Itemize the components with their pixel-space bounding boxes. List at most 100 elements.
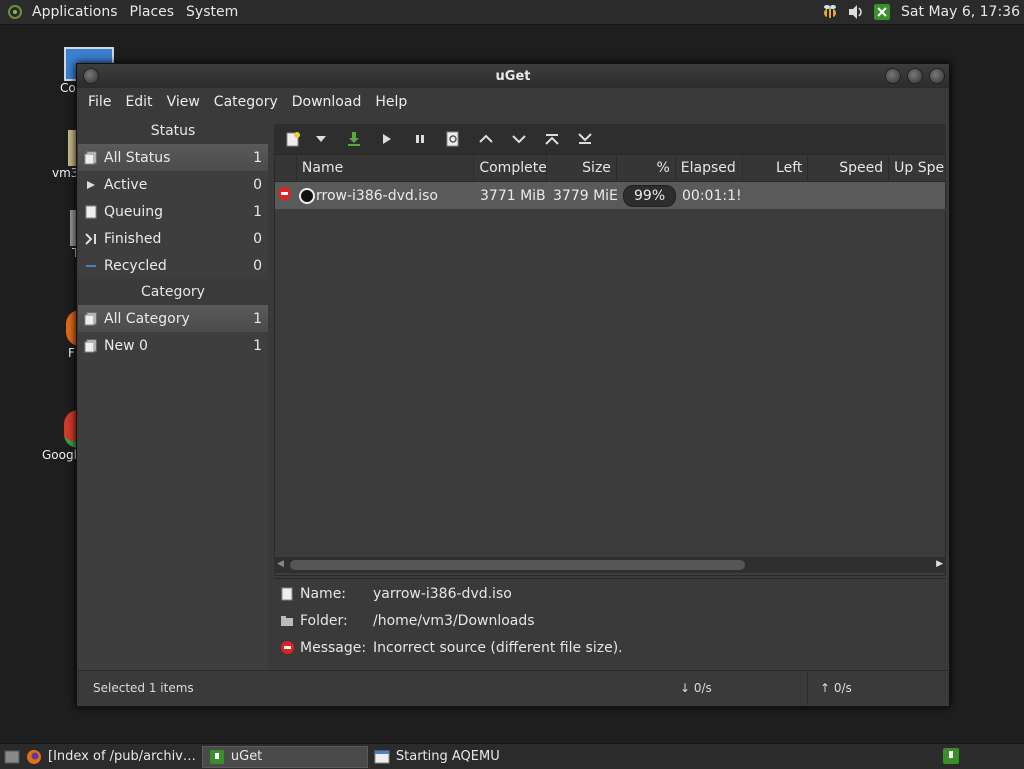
sidebar-item-count: 1 — [253, 337, 262, 354]
move-up-icon[interactable] — [473, 127, 499, 151]
detail-message-value: Incorrect source (different file size). — [373, 639, 623, 656]
sidebar-item-queuing[interactable]: Queuing 1 — [78, 198, 268, 225]
pause-icon[interactable] — [407, 127, 433, 151]
new-download-icon[interactable] — [280, 127, 306, 151]
category-header[interactable]: Category — [78, 279, 268, 305]
show-desktop-icon[interactable] — [0, 746, 24, 768]
menu-help[interactable]: Help — [368, 94, 414, 110]
detail-folder-value: /home/vm3/Downloads — [373, 612, 535, 629]
sidebar-item-active[interactable]: Active 0 — [78, 171, 268, 198]
column-header: Name Complete Size % Elapsed Left Speed … — [275, 155, 945, 182]
detail-name-value: yarrow-i386-dvd.iso — [373, 585, 512, 602]
detail-message-label: Message: — [300, 639, 367, 656]
detail-folder-label: Folder: — [300, 612, 348, 629]
menu-category[interactable]: Category — [207, 94, 285, 110]
document-icon — [84, 205, 98, 219]
error-status-icon — [275, 187, 297, 204]
folder-icon — [280, 614, 294, 628]
system-tray: Sat May 6, 17:36 — [817, 0, 1024, 24]
error-icon — [280, 641, 294, 655]
sidebar-item-label: Finished — [104, 230, 162, 247]
taskbar-item-browser[interactable]: [Index of /pub/archiv… — [24, 746, 202, 768]
detail-message-row: Message: Incorrect source (different fil… — [274, 634, 623, 661]
column-size[interactable]: Size — [547, 155, 617, 181]
close-button[interactable] — [929, 68, 945, 84]
column-up-speed[interactable]: Up Spe — [889, 155, 945, 181]
recycled-icon — [84, 259, 98, 273]
mouse-cursor-icon — [299, 187, 315, 204]
sidebar-item-count: 0 — [253, 257, 262, 274]
sidebar-item-count: 1 — [253, 203, 262, 220]
move-top-icon[interactable] — [539, 127, 565, 151]
menu-download[interactable]: Download — [285, 94, 369, 110]
status-header[interactable]: Status — [78, 118, 268, 144]
column-speed[interactable]: Speed — [808, 155, 890, 181]
move-bottom-icon[interactable] — [572, 127, 598, 151]
column-left[interactable]: Left — [743, 155, 809, 181]
scroll-right-icon[interactable]: ▶ — [936, 559, 943, 569]
sidebar-item-count: 0 — [253, 176, 262, 193]
sidebar-item-count: 0 — [253, 230, 262, 247]
detail-name-label: Name: — [300, 585, 347, 602]
all-status-icon — [84, 151, 98, 165]
sidebar-item-all-category[interactable]: All Category 1 — [78, 305, 268, 332]
sidebar-item-label: All Category — [104, 310, 190, 327]
volume-icon[interactable] — [847, 3, 865, 21]
uget-window: uGet File Edit View Category Download He… — [76, 63, 950, 707]
system-menu[interactable]: System — [180, 4, 244, 20]
window-menu-button[interactable] — [83, 68, 99, 84]
places-menu[interactable]: Places — [124, 4, 181, 20]
download-icon[interactable] — [341, 127, 367, 151]
sidebar-item-count: 1 — [253, 310, 262, 327]
category-icon — [84, 339, 98, 353]
download-list[interactable]: Name Complete Size % Elapsed Left Speed … — [274, 154, 946, 576]
sidebar-item-new-0[interactable]: New 0 1 — [78, 332, 268, 359]
sidebar-item-count: 1 — [253, 149, 262, 166]
sidebar-item-label: Queuing — [104, 203, 164, 220]
taskbar-item-aqemu[interactable]: Starting AQEMU — [368, 746, 506, 768]
bee-icon[interactable] — [821, 3, 839, 21]
column-name[interactable]: Name — [297, 155, 475, 181]
maximize-button[interactable] — [907, 68, 923, 84]
window-titlebar[interactable]: uGet — [77, 64, 949, 88]
sidebar-item-label: New 0 — [104, 337, 148, 354]
horizontal-scrollbar[interactable]: ◀ ▶ — [274, 557, 946, 573]
row-name: rrow-i386-dvd.iso — [297, 187, 475, 204]
statusbar-divider — [807, 671, 808, 705]
applications-menu[interactable]: Applications — [26, 4, 124, 20]
table-row[interactable]: rrow-i386-dvd.iso 3771 MiB 3779 MiE 99% … — [275, 182, 945, 209]
play-icon — [84, 178, 98, 192]
sidebar-item-finished[interactable]: Finished 0 — [78, 225, 268, 252]
menu-view[interactable]: View — [160, 94, 207, 110]
column-complete[interactable]: Complete — [474, 155, 548, 181]
uget-icon — [209, 749, 225, 765]
sidebar-item-all-status[interactable]: All Status 1 — [78, 144, 268, 171]
properties-icon[interactable] — [440, 127, 466, 151]
column-status[interactable] — [275, 155, 297, 181]
sidebar-item-recycled[interactable]: Recycled 0 — [78, 252, 268, 279]
all-category-icon — [84, 312, 98, 326]
play-icon[interactable] — [374, 127, 400, 151]
scroll-left-icon[interactable]: ◀ — [277, 559, 284, 569]
top-panel: Applications Places System Sat May 6, 17… — [0, 0, 1024, 25]
firefox-icon — [26, 749, 42, 765]
menu-file[interactable]: File — [81, 94, 118, 110]
sidebar-item-label: Recycled — [104, 257, 167, 274]
detail-name-row: Name: yarrow-i386-dvd.iso — [274, 580, 512, 607]
selected-count: Selected 1 items — [93, 681, 194, 695]
menu-edit[interactable]: Edit — [118, 94, 159, 110]
taskbar-item-uget[interactable]: uGet — [201, 745, 368, 768]
minimize-button[interactable] — [885, 68, 901, 84]
move-down-icon[interactable] — [506, 127, 532, 151]
column-elapsed[interactable]: Elapsed — [676, 155, 743, 181]
distro-logo-icon[interactable] — [8, 5, 22, 19]
column-percent[interactable]: % — [617, 155, 676, 181]
uget-tray-applet-icon[interactable] — [936, 745, 966, 767]
dropdown-arrow-icon[interactable] — [308, 127, 334, 151]
row-size: 3779 MiE — [553, 187, 618, 204]
scrollbar-thumb[interactable] — [290, 560, 745, 570]
row-percent: 99% — [618, 184, 677, 207]
uget-tray-icon[interactable] — [873, 3, 891, 21]
sidebar: Status All Status 1 Active 0 Queuing 1 F… — [78, 118, 268, 670]
clock[interactable]: Sat May 6, 17:36 — [901, 4, 1020, 20]
